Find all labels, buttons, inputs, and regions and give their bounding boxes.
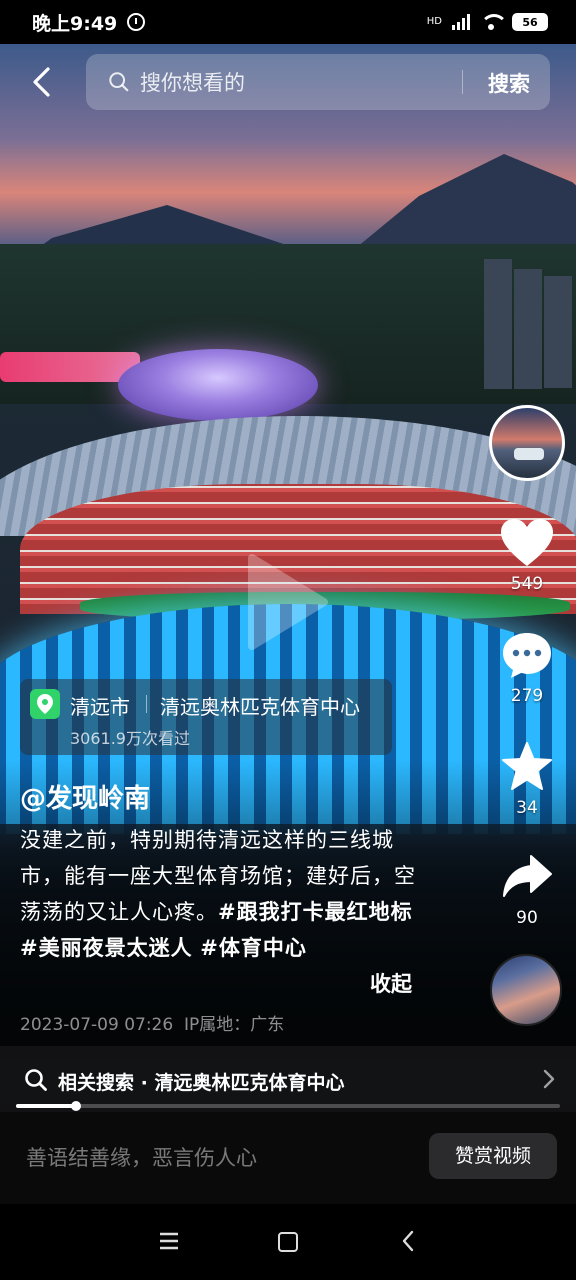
location-card[interactable]: 清远市 清远奥林匹克体育中心 3061.9万次看过: [20, 679, 392, 755]
alarm-icon: [127, 13, 146, 31]
home-icon[interactable]: [278, 1232, 298, 1252]
favorite-button[interactable]: 34: [492, 742, 562, 818]
back-button[interactable]: [24, 62, 60, 102]
related-search-bar[interactable]: 相关搜索 · 清远奥林匹克体育中心: [0, 1046, 576, 1112]
share-count: 90: [516, 908, 538, 928]
post-meta: 2023-07-09 07:26 IP属地：广东: [20, 1010, 284, 1035]
comment-icon: [503, 633, 551, 678]
favorite-count: 34: [516, 798, 538, 818]
like-count: 549: [510, 574, 544, 594]
location-views: 3061.9万次看过: [70, 729, 190, 748]
location-pin-icon: [30, 689, 60, 719]
hashtag[interactable]: #体育中心: [200, 936, 307, 960]
heart-icon: [501, 519, 553, 566]
progress-fill: [16, 1104, 76, 1108]
search-divider: [462, 70, 463, 94]
background-building: [544, 276, 572, 388]
background-building: [514, 269, 542, 389]
share-icon: [503, 855, 552, 897]
play-icon[interactable]: [244, 552, 330, 652]
music-disc[interactable]: [490, 954, 562, 1026]
menu-icon[interactable]: [158, 1232, 180, 1250]
status-time: 晚上9:49: [32, 12, 118, 35]
background-building: [484, 259, 512, 389]
system-nav-bar: [0, 1204, 576, 1280]
star-icon: [502, 742, 552, 790]
avatar-car: [514, 448, 544, 460]
location-city: 清远市: [70, 695, 130, 719]
progress-knob[interactable]: [70, 1101, 81, 1111]
signal-icon: [452, 14, 470, 30]
chevron-left-icon: [33, 67, 50, 97]
back-icon[interactable]: [400, 1230, 416, 1252]
share-button[interactable]: 90: [492, 852, 562, 928]
status-bar: 晚上9:49 HD 56: [0, 0, 576, 44]
battery-icon: 56: [512, 13, 548, 31]
comment-count: 279: [510, 686, 544, 706]
hashtag[interactable]: #跟我打卡最红地标: [218, 900, 413, 924]
collapse-button[interactable]: 收起: [370, 968, 412, 998]
like-button[interactable]: 549: [492, 518, 562, 594]
hashtag[interactable]: #美丽夜景太迷人: [20, 936, 193, 960]
author-avatar[interactable]: [489, 405, 565, 481]
wifi-icon: [480, 14, 508, 30]
author-name[interactable]: @发现岭南: [20, 778, 150, 815]
search-icon: [25, 1069, 47, 1091]
arena-dome: [118, 349, 318, 421]
post-caption: 没建之前，特别期待清远这样的三线城市，能有一座大型体育场馆；建好后，空荡荡的又让…: [20, 822, 430, 966]
comment-bar: 善语结善缘，恶言伤人心 赞赏视频: [0, 1112, 576, 1204]
search-input[interactable]: 搜你想看的 搜索: [86, 54, 550, 110]
hd-indicator: HD: [426, 16, 442, 27]
reward-video-button[interactable]: 赞赏视频: [429, 1133, 557, 1179]
battery-level: 56: [522, 15, 538, 29]
comment-button[interactable]: 279: [492, 630, 562, 706]
search-placeholder: 搜你想看的: [140, 71, 245, 95]
related-search-text: 相关搜索 · 清远奥林匹克体育中心: [58, 1072, 345, 1094]
comment-input[interactable]: 善语结善缘，恶言伤人心: [26, 1142, 257, 1172]
search-button[interactable]: 搜索: [488, 68, 530, 98]
chevron-right-icon: [543, 1069, 555, 1089]
location-place: 清远奥林匹克体育中心: [160, 695, 360, 719]
post-date: 2023-07-09 07:26: [20, 1015, 174, 1035]
location-separator: [146, 695, 147, 713]
post-ip: IP属地：广东: [184, 1015, 285, 1035]
search-icon: [109, 72, 129, 92]
video-progress-bar[interactable]: [16, 1101, 560, 1111]
